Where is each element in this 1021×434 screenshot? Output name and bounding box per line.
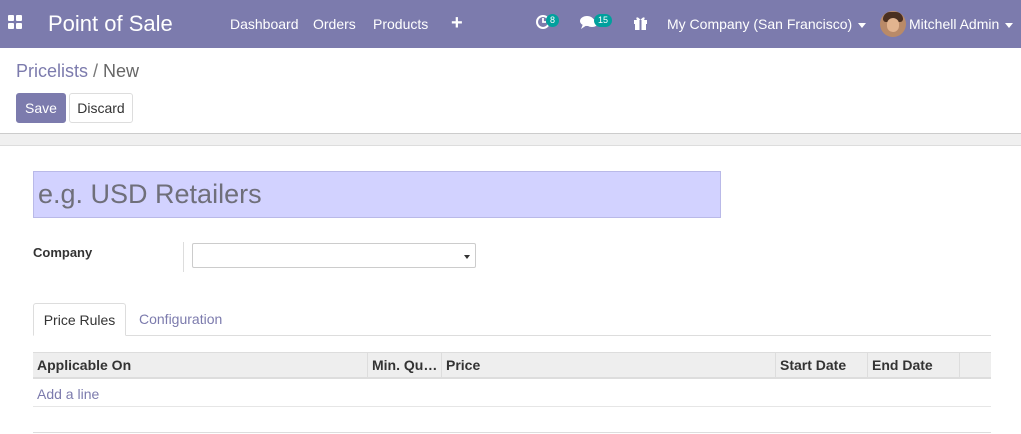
menu-dashboard[interactable]: Dashboard [230, 16, 299, 32]
price-rules-table-header: Applicable On Min. Quantity Price Start … [33, 352, 991, 379]
company-label: Company [33, 245, 93, 260]
app-name[interactable]: Point of Sale [48, 11, 173, 37]
chevron-down-icon [1005, 22, 1014, 28]
breadcrumb-pricelists[interactable]: Pricelists [16, 61, 88, 81]
chevron-down-icon [464, 255, 470, 259]
discard-button[interactable]: Discard [69, 93, 133, 123]
column-end-date[interactable]: End Date [868, 353, 960, 378]
tab-configuration[interactable]: Configuration [139, 303, 222, 336]
company-name: My Company (San Francisco) [667, 16, 853, 32]
tab-price-rules[interactable]: Price Rules [33, 303, 126, 336]
column-price[interactable]: Price [442, 353, 776, 378]
column-applicable-on[interactable]: Applicable On [33, 353, 368, 378]
menu-products[interactable]: Products [373, 16, 428, 32]
avatar[interactable] [880, 11, 906, 37]
breadcrumb-separator: / [93, 61, 99, 81]
column-start-date[interactable]: Start Date [776, 353, 868, 378]
gift-button[interactable] [633, 15, 648, 35]
messages-count-badge: 15 [594, 14, 613, 27]
gift-icon [634, 17, 647, 30]
user-name: Mitchell Admin [909, 16, 1000, 32]
breadcrumb: Pricelists / New [16, 61, 139, 82]
label-separator [183, 242, 184, 272]
company-select[interactable] [192, 243, 476, 268]
user-menu[interactable]: Mitchell Admin [909, 16, 1014, 32]
menu-orders[interactable]: Orders [313, 16, 356, 32]
table-bottom-divider [33, 432, 991, 433]
save-button[interactable]: Save [16, 93, 66, 123]
breadcrumb-current: New [103, 61, 140, 81]
activity-count-badge: 8 [546, 14, 560, 27]
top-navbar: Point of Sale Dashboard Orders Products … [0, 0, 1021, 48]
add-a-line-link[interactable]: Add a line [37, 386, 99, 402]
form-sheet-background [0, 134, 1021, 146]
company-switcher[interactable]: My Company (San Francisco) [667, 16, 867, 32]
apps-menu-icon[interactable] [8, 15, 24, 31]
table-row-divider [33, 406, 991, 407]
column-min-quantity[interactable]: Min. Quantity [368, 353, 442, 378]
pricelist-name-input[interactable] [33, 171, 721, 218]
quick-create-plus-icon[interactable]: + [451, 12, 463, 35]
chevron-down-icon [858, 22, 867, 28]
